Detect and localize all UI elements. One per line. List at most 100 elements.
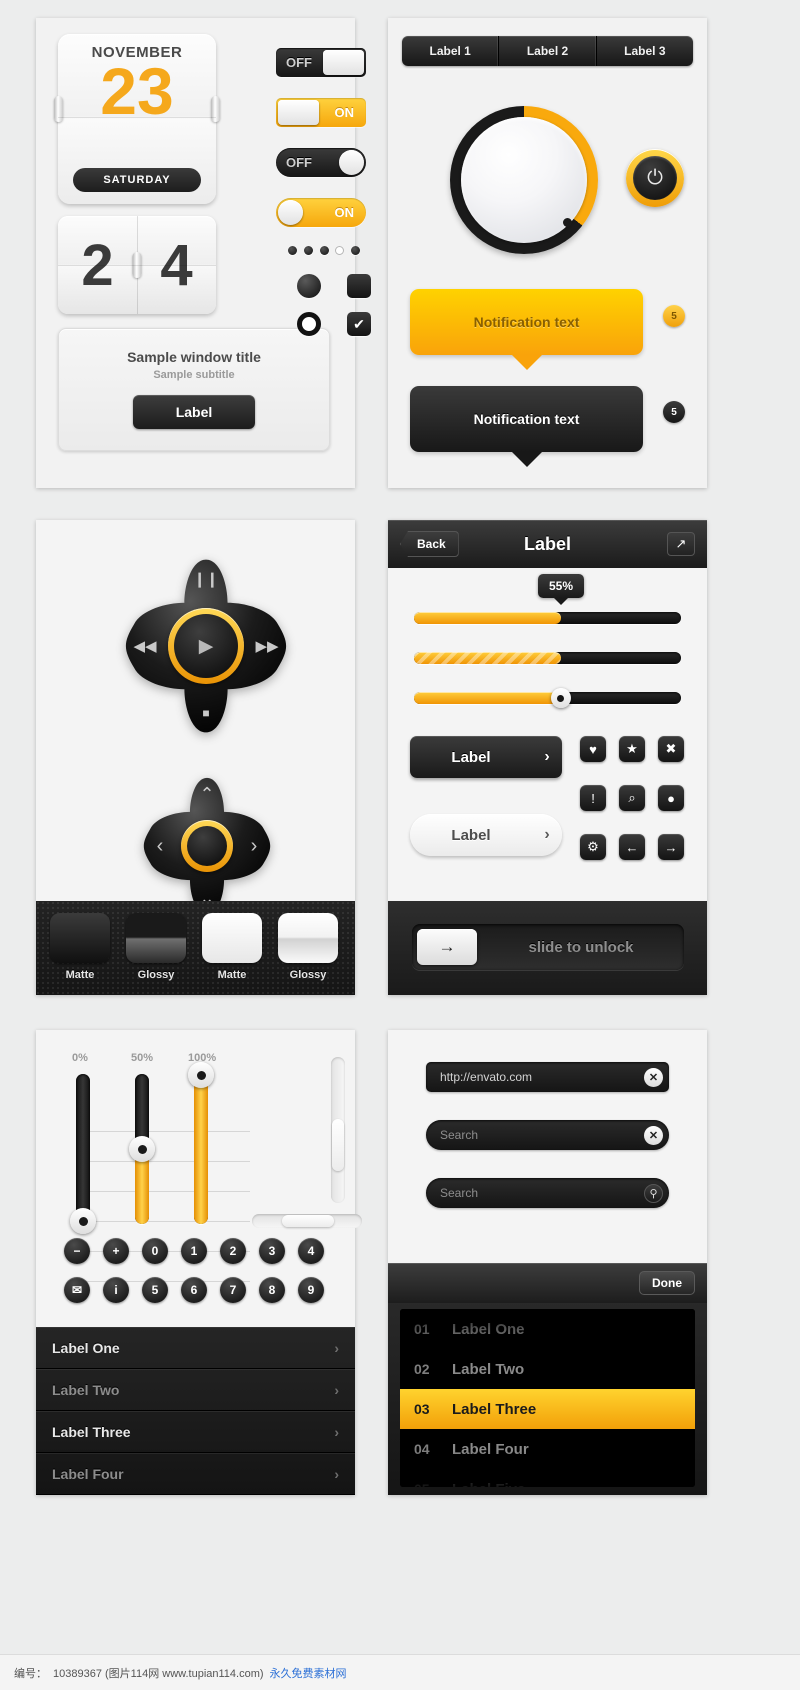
- close-icon[interactable]: ✖: [658, 736, 684, 762]
- picker-row[interactable]: 01 Label One: [400, 1309, 695, 1349]
- sample-window-title: Sample window title: [127, 349, 261, 365]
- page-dot[interactable]: [319, 246, 329, 255]
- toggle-knob[interactable]: [278, 100, 319, 125]
- rotary-dial[interactable]: [450, 106, 598, 254]
- dpad-navigation[interactable]: ⌃ ‹ › ⌄: [136, 775, 278, 917]
- vertical-slider-50[interactable]: [129, 1074, 155, 1224]
- list-item[interactable]: Label Four ›: [36, 1453, 355, 1495]
- tab-label-3[interactable]: Label 3: [597, 36, 693, 66]
- radio-unselected[interactable]: [297, 312, 321, 336]
- swatch-glossy-light[interactable]: [278, 913, 338, 963]
- unlock-handle-icon[interactable]: →: [417, 929, 477, 965]
- slide-to-unlock[interactable]: → slide to unlock: [388, 901, 707, 995]
- progress-bar-striped[interactable]: [414, 652, 681, 664]
- slider-knob[interactable]: [129, 1136, 155, 1162]
- chevron-right-icon: ›: [544, 826, 550, 843]
- power-button[interactable]: ⏻: [626, 149, 684, 207]
- toggle-knob[interactable]: [323, 50, 364, 75]
- number-button-0[interactable]: 0: [142, 1238, 168, 1264]
- arrow-right-icon[interactable]: →: [658, 834, 684, 860]
- list-item[interactable]: Label Three ›: [36, 1411, 355, 1453]
- star-icon[interactable]: ★: [619, 736, 645, 762]
- page-dot-current[interactable]: [335, 246, 345, 255]
- checkbox-checked[interactable]: ✔: [347, 312, 371, 336]
- radio-selected[interactable]: [297, 274, 321, 298]
- vertical-slider-100[interactable]: [188, 1062, 214, 1224]
- number-button-3[interactable]: 3: [259, 1238, 285, 1264]
- search-field-magnifier[interactable]: Search ⚲: [426, 1178, 669, 1208]
- toggle-on-square[interactable]: ON: [276, 98, 366, 127]
- picker-row[interactable]: 02 Label Two: [400, 1349, 695, 1389]
- sample-window-button[interactable]: Label: [133, 395, 255, 429]
- share-icon[interactable]: ↗: [667, 532, 695, 556]
- swatch-glossy-dark[interactable]: [126, 913, 186, 963]
- tab-label-2[interactable]: Label 2: [499, 36, 597, 66]
- info-icon[interactable]: i: [103, 1277, 129, 1303]
- plus-button[interactable]: +: [103, 1238, 129, 1264]
- checkbox-unchecked[interactable]: [347, 274, 371, 298]
- gear-icon[interactable]: ⚙: [580, 834, 606, 860]
- slider-with-handle[interactable]: [414, 688, 681, 708]
- number-button-9[interactable]: 9: [298, 1277, 324, 1303]
- done-button[interactable]: Done: [639, 1271, 695, 1295]
- url-field[interactable]: http://envato.com ✕: [426, 1062, 669, 1092]
- picker-row-selected[interactable]: 03 Label Three: [400, 1389, 695, 1429]
- vertical-slider-0[interactable]: [70, 1074, 96, 1234]
- mail-icon[interactable]: ✉: [64, 1277, 90, 1303]
- tab-label-1[interactable]: Label 1: [402, 36, 500, 66]
- vertical-scroll-track[interactable]: [331, 1057, 345, 1203]
- stop-icon[interactable]: ■: [116, 704, 296, 722]
- heart-icon[interactable]: ♥: [580, 736, 606, 762]
- list-item[interactable]: Label Two ›: [36, 1369, 355, 1411]
- toggle-on-round[interactable]: ON: [276, 198, 366, 227]
- unlock-track[interactable]: → slide to unlock: [412, 924, 684, 970]
- slider-handle[interactable]: [550, 688, 571, 708]
- page-dot[interactable]: [303, 246, 313, 255]
- toggle-off-square[interactable]: OFF: [276, 48, 366, 77]
- toggle-off-round[interactable]: OFF: [276, 148, 366, 177]
- page-dots[interactable]: [288, 246, 360, 255]
- alert-icon[interactable]: !: [580, 785, 606, 811]
- segmented-tabs[interactable]: Label 1 Label 2 Label 3: [402, 36, 693, 66]
- picker-row[interactable]: 05 Label Five: [400, 1469, 695, 1488]
- list-item[interactable]: Label One ›: [36, 1327, 355, 1369]
- number-button-6[interactable]: 6: [181, 1277, 207, 1303]
- toggle-knob[interactable]: [278, 200, 303, 225]
- search-icon[interactable]: ⚲: [644, 1183, 663, 1203]
- minus-button[interactable]: −: [64, 1238, 90, 1264]
- swatch-matte-light[interactable]: [202, 913, 262, 963]
- swatch-matte-dark[interactable]: [50, 913, 110, 963]
- number-button-2[interactable]: 2: [220, 1238, 246, 1264]
- clear-icon[interactable]: ✕: [644, 1125, 663, 1145]
- page-dot[interactable]: [288, 246, 297, 255]
- search-icon[interactable]: ⌕: [619, 785, 645, 811]
- progress-bar-solid[interactable]: [414, 612, 681, 624]
- arrow-left-icon[interactable]: ←: [619, 834, 645, 860]
- number-button-7[interactable]: 7: [220, 1277, 246, 1303]
- page-dot[interactable]: [351, 246, 360, 255]
- picker-row[interactable]: 04 Label Four: [400, 1429, 695, 1469]
- picker-wheel[interactable]: 01 Label One 02 Label Two 03 Label Three…: [400, 1309, 695, 1487]
- search-field-clear[interactable]: Search ✕: [426, 1120, 669, 1150]
- location-pin-icon[interactable]: ●: [658, 785, 684, 811]
- play-button[interactable]: ▶: [168, 608, 244, 684]
- search-field-value[interactable]: Search: [426, 1186, 644, 1200]
- clear-icon[interactable]: ✕: [644, 1067, 663, 1087]
- number-button-4[interactable]: 4: [298, 1238, 324, 1264]
- label-button-light[interactable]: Label ›: [410, 814, 562, 856]
- dpad-center-button[interactable]: [181, 820, 233, 872]
- number-button-1[interactable]: 1: [181, 1238, 207, 1264]
- notification-badge-dark: 5: [663, 401, 685, 423]
- horizontal-scroll-track[interactable]: [252, 1214, 362, 1228]
- toggle-knob[interactable]: [339, 150, 364, 175]
- url-field-value[interactable]: http://envato.com: [426, 1070, 644, 1084]
- slider-knob[interactable]: [188, 1062, 214, 1088]
- horizontal-scroll-thumb[interactable]: [282, 1215, 334, 1227]
- dpad-media[interactable]: ❙❙ ◀◀ ▶▶ ■ ▶: [116, 556, 296, 736]
- slider-knob[interactable]: [70, 1208, 96, 1234]
- number-button-8[interactable]: 8: [259, 1277, 285, 1303]
- label-button-dark[interactable]: Label ›: [410, 736, 562, 778]
- vertical-scroll-thumb[interactable]: [332, 1119, 344, 1171]
- number-button-5[interactable]: 5: [142, 1277, 168, 1303]
- search-field-value[interactable]: Search: [426, 1128, 644, 1142]
